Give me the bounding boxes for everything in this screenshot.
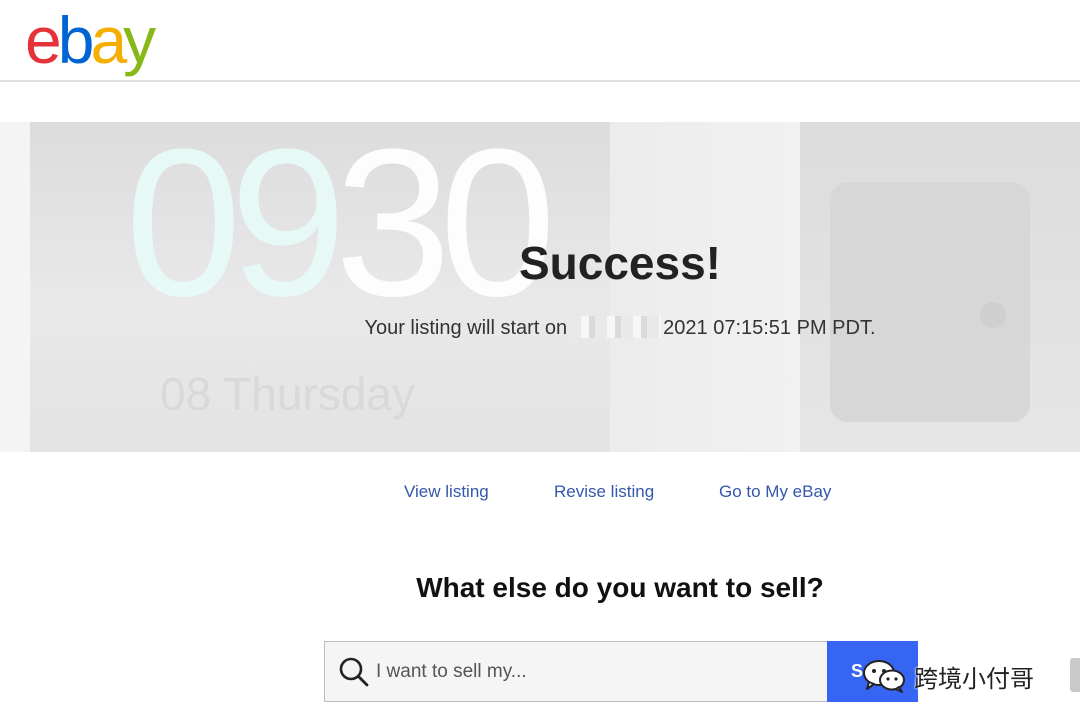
search-placeholder: I want to sell my... bbox=[376, 661, 527, 682]
logo-letter-a: a bbox=[90, 3, 127, 77]
action-links: View listing Revise listing Go to My eBa… bbox=[0, 482, 1080, 506]
sell-more-heading: What else do you want to sell? bbox=[416, 572, 824, 603]
go-to-my-ebay-link[interactable]: Go to My eBay bbox=[719, 482, 831, 502]
clock-minutes: 30 bbox=[334, 122, 557, 340]
listing-start-suffix: 2021 07:15:51 PM PDT. bbox=[663, 317, 876, 339]
watermark: 跨境小付哥 bbox=[862, 656, 1034, 696]
success-title: Success! bbox=[518, 237, 721, 289]
logo-letter-b: b bbox=[57, 3, 95, 77]
sell-search-input[interactable]: I want to sell my... bbox=[324, 641, 828, 702]
watermark-text: 跨境小付哥 bbox=[914, 664, 1034, 693]
search-icon bbox=[339, 657, 369, 687]
logo-letter-e: e bbox=[25, 3, 62, 77]
ebay-logo[interactable]: ebay bbox=[25, 0, 156, 80]
view-listing-link[interactable]: View listing bbox=[404, 482, 489, 502]
clock-graphic: 0930 bbox=[125, 122, 557, 344]
device-shape bbox=[830, 182, 1030, 422]
listing-start-prefix: Your listing will start on bbox=[364, 317, 568, 339]
logo-letter-y: y bbox=[123, 3, 156, 77]
revise-listing-link[interactable]: Revise listing bbox=[554, 482, 654, 502]
clock-hours: 09 bbox=[125, 122, 347, 340]
site-header: ebay bbox=[0, 0, 1080, 82]
edge-element bbox=[1070, 658, 1080, 692]
listing-start-text: Your listing will start on 2021 07:15:51 … bbox=[0, 316, 1080, 340]
clock-day: 08 Thursday bbox=[160, 368, 415, 420]
redacted-date bbox=[569, 316, 662, 338]
wechat-icon bbox=[863, 660, 905, 693]
